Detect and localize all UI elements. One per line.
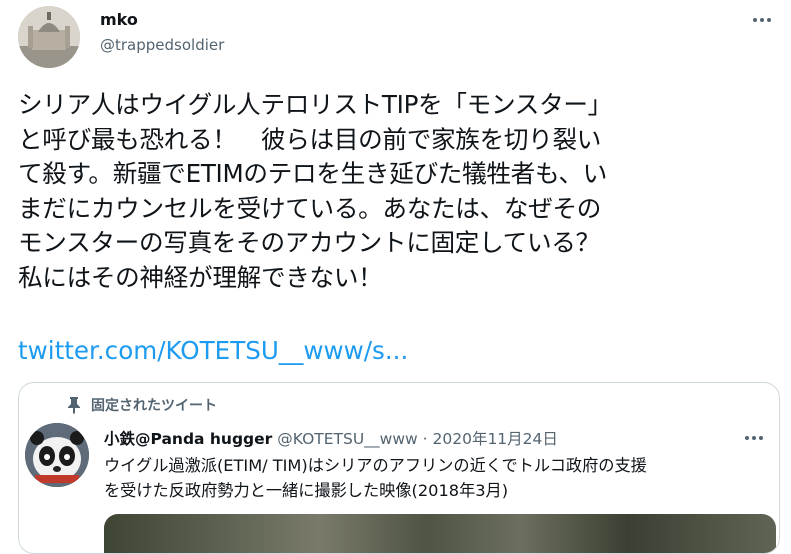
quoted-tweet[interactable]: 固定されたツイート 小鉄@Panda hugger @KOTETSU__www … (18, 382, 780, 554)
pinned-label: 固定されたツイート (91, 398, 217, 414)
quoted-author-handle[interactable]: @KOTETSU__www (277, 430, 417, 448)
tweet-text-line: て殺す。新疆でETIMのテロを生き延びた犠牲者も、い (18, 159, 608, 188)
quoted-author-avatar[interactable] (25, 423, 89, 487)
dot (752, 436, 756, 440)
author-handle[interactable]: @trappedsoldier (100, 36, 224, 54)
tweet-link[interactable]: twitter.com/KOTETSU__www/s... (18, 334, 408, 368)
tweet-text-line: シリア人はウイグル人テロリストTIPを「モンスター」 (18, 90, 612, 119)
quoted-date[interactable]: 2020年11月24日 (433, 430, 558, 448)
author-avatar[interactable] (18, 6, 80, 68)
avatar-image (18, 6, 80, 68)
author-name[interactable]: mko (100, 10, 138, 29)
quoted-text-line: ウイグル過激派(ETIM/ TIM)はシリアのアフリンの近くでトルコ政府の支援 (104, 456, 647, 475)
pinned-tweet-header: 固定されたツイート (67, 395, 217, 415)
quoted-media-preview[interactable] (104, 514, 776, 553)
more-options-icon[interactable] (745, 10, 779, 30)
tweet-text-line: モンスターの写真をそのアカウントに固定している？ (18, 228, 600, 257)
tweet-text-line: と呼び最も恐れる！ 彼らは目の前で家族を切り裂い (18, 124, 602, 154)
pin-icon (68, 397, 80, 414)
tweet-text-line: 私にはその神経が理解できない！ (18, 262, 383, 292)
meta-separator: · (417, 430, 433, 448)
quoted-text-line: を受けた反政府勢力と一緒に撮影した映像(2018年3月) (104, 481, 509, 500)
dot (760, 18, 764, 22)
quoted-text: ウイグル過激派(ETIM/ TIM)はシリアのアフリンの近くでトルコ政府の支援 … (104, 453, 774, 503)
quoted-author-name[interactable]: 小鉄@Panda hugger (104, 430, 272, 448)
avatar-image (25, 423, 89, 487)
dot (759, 436, 763, 440)
more-options-icon[interactable] (739, 429, 769, 447)
dot (767, 18, 771, 22)
tweet-text-line: まだにカウンセルを受けている。あなたは、なぜその (18, 193, 602, 223)
dot (753, 18, 757, 22)
dot (745, 436, 749, 440)
tweet-text: シリア人はウイグル人テロリストTIPを「モンスター」 と呼び最も恐れる！ 彼らは… (18, 88, 783, 295)
quoted-header: 小鉄@Panda hugger @KOTETSU__www · 2020年11月… (104, 427, 558, 449)
